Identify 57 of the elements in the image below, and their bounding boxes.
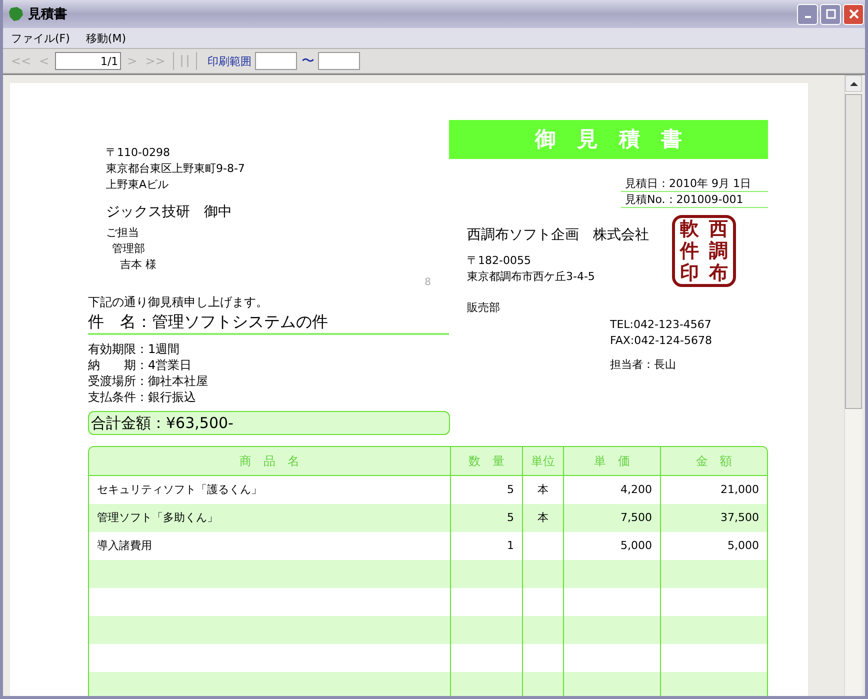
minimize-icon: [804, 16, 810, 18]
fax-number: FAX:042-124-5678: [610, 333, 712, 349]
close-icon: [848, 9, 858, 19]
document-title: 御 見 積 書: [449, 120, 768, 159]
menu-item[interactable]: 移動(M): [86, 30, 126, 46]
terms-line: 納 期：4営業日: [88, 357, 193, 373]
page-field[interactable]: 1/1: [55, 52, 122, 70]
seal-character: 布: [709, 263, 728, 283]
recipient-company: ジックス技研 御中: [106, 203, 233, 222]
column-header: 金 額: [660, 447, 767, 475]
range-start-field[interactable]: [255, 52, 298, 70]
scrollbar-thumb[interactable]: [845, 94, 862, 409]
column-header: 商 品 名: [238, 453, 300, 470]
seal-character: 調: [709, 241, 728, 261]
total-amount: 合計金額：¥63,500-: [88, 411, 450, 435]
phone-number: TEL:042-123-4567: [610, 317, 712, 333]
department-text: 管理部: [111, 241, 146, 257]
table-cell-text: 管理ソフト「多助くん」: [96, 510, 219, 526]
column-header: 数 量: [450, 447, 522, 475]
postal-code: 〒110-0298: [106, 145, 171, 161]
estimate-date: 見積日：2010年 9月 1日: [621, 176, 768, 192]
column-header: 単位: [522, 447, 563, 475]
column-header: 単 価: [563, 447, 660, 475]
seal-character: 件: [680, 241, 699, 261]
subject-line: 件 名：管理ソフトシステムの件: [88, 311, 449, 335]
department-text: 販売部: [467, 300, 500, 316]
menu-item[interactable]: ファイル(F): [11, 30, 70, 46]
address-text: 東京都台東区上野東町9-8-7: [106, 161, 246, 177]
print-range-label: 印刷範囲: [207, 54, 252, 68]
building-text: 上野東Aビル: [106, 177, 170, 193]
intro-text: 下記の通り御見積申し上げます。: [88, 294, 269, 311]
pause-icon[interactable]: [180, 54, 190, 68]
terms-line: 支払条件：銀行振込: [88, 389, 197, 405]
estimate-number: 見積No.：201009-001: [621, 192, 768, 208]
terms-line: 有効期限：1週間: [88, 341, 181, 357]
contact-label: ご担当: [106, 225, 140, 241]
address-text: 東京都調布市西ケ丘3-4-5: [467, 269, 595, 285]
range-separator: 〜: [301, 53, 314, 70]
terms-line: 受渡場所：御社本社屋: [88, 373, 209, 389]
table-cell-text: 導入諸費用: [96, 538, 153, 554]
maximize-icon: [826, 9, 836, 19]
range-end-field[interactable]: [318, 52, 360, 70]
person-name: 吉本 様: [119, 257, 158, 273]
page-mark: 8: [424, 277, 431, 288]
seal-character: 印: [680, 263, 699, 283]
maximize-button[interactable]: [820, 4, 841, 24]
up-arrow-icon[interactable]: [850, 80, 858, 86]
vertical-scrollbar[interactable]: [844, 75, 862, 696]
seal-character: 軟: [680, 219, 699, 239]
postal-code: 〒182-0055: [467, 253, 531, 269]
table-cell-text: セキュリティソフト「護るくん」: [96, 482, 263, 498]
seal-character: 西: [709, 219, 728, 239]
issuer-company: 西調布ソフト企画 株式会社: [467, 226, 649, 245]
window-title: 見積書: [28, 6, 67, 23]
close-button[interactable]: [843, 4, 864, 24]
staff-name: 担当者：長山: [610, 357, 676, 373]
minimize-button[interactable]: [797, 4, 818, 24]
